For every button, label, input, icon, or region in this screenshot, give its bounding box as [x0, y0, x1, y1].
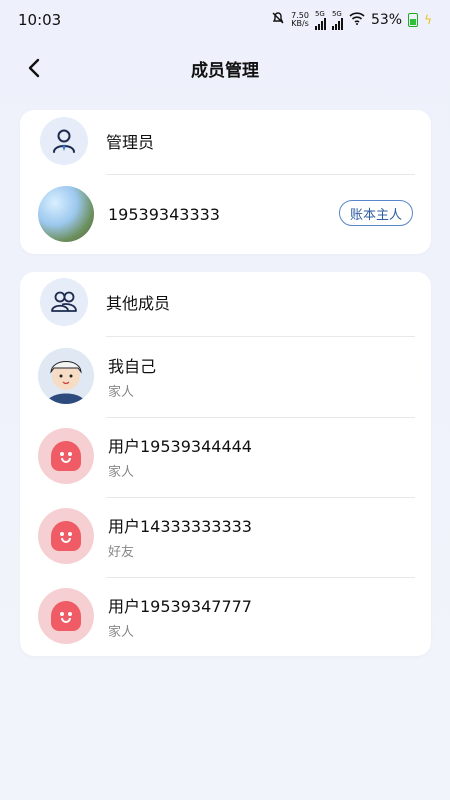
member-text: 用户14333333333 好友: [108, 513, 252, 560]
sim1-label: 5G: [314, 9, 325, 18]
status-icons: 7.50 KB/s 5G 5G 53% ϟ: [271, 9, 432, 30]
member-name: 用户14333333333: [108, 516, 252, 536]
sim1-signal-icon: 5G: [314, 9, 326, 30]
owner-badge: 账本主人: [338, 200, 413, 226]
page-title: 成员管理: [191, 60, 259, 81]
list-item-member[interactable]: 用户19539347777 家人: [38, 585, 415, 647]
other-members-card: 其他成员 我自己 家人 用户19539344444 家人 用户143333333…: [20, 272, 431, 656]
member-name: 我自己: [108, 356, 157, 376]
others-section-label: 其他成员: [106, 294, 171, 313]
member-text: 我自己 家人: [108, 353, 156, 400]
status-bar: 10:03 7.50 KB/s 5G 5G 53% ϟ: [0, 0, 450, 40]
admin-member-name: 19539343333: [108, 204, 220, 224]
member-role: 家人: [108, 624, 135, 640]
divider: [106, 497, 415, 498]
mute-icon: [271, 11, 285, 29]
admin-card: 管理员 19539343333 账本主人: [20, 110, 431, 254]
admin-member-text: 19539343333: [108, 205, 220, 224]
admin-member-row[interactable]: 19539343333 账本主人: [38, 183, 415, 245]
list-item-member[interactable]: 用户14333333333 好友: [38, 505, 415, 567]
avatar: [38, 348, 94, 404]
wifi-icon: [349, 11, 365, 29]
sim2-label: 5G: [331, 9, 342, 18]
avatar: [38, 428, 94, 484]
member-name: 用户19539344444: [108, 436, 252, 456]
person-icon: [40, 117, 88, 165]
battery-icon: [408, 13, 419, 27]
people-icon: [40, 278, 88, 326]
member-name: 用户19539347777: [108, 596, 252, 616]
member-role: 好友: [108, 544, 135, 560]
member-role: 家人: [108, 384, 135, 400]
admin-section-label: 管理员: [106, 133, 155, 152]
net-speed: 7.50 KB/s: [291, 12, 309, 28]
divider: [106, 336, 415, 337]
battery-percent: 53%: [370, 12, 403, 28]
admin-section-header: 管理员: [40, 117, 154, 165]
member-text: 用户19539347777 家人: [108, 593, 252, 640]
divider: [106, 417, 415, 418]
member-role: 家人: [108, 464, 135, 480]
divider: [106, 174, 415, 175]
divider: [106, 577, 415, 578]
sim2-signal-icon: 5G: [331, 9, 343, 30]
ghost-avatar-icon: [51, 601, 81, 631]
ghost-avatar-icon: [51, 521, 81, 551]
ghost-avatar-icon: [51, 441, 81, 471]
avatar: [38, 588, 94, 644]
list-item-member[interactable]: 用户19539344444 家人: [38, 425, 415, 487]
avatar: [38, 508, 94, 564]
page-header: 成员管理: [0, 46, 450, 90]
charging-icon: ϟ: [424, 13, 432, 27]
others-section-header: 其他成员: [40, 278, 170, 326]
status-time: 10:03: [18, 11, 62, 29]
net-speed-unit: KB/s: [291, 19, 309, 28]
list-item-member[interactable]: 我自己 家人: [38, 345, 415, 407]
avatar: [38, 186, 94, 242]
member-text: 用户19539344444 家人: [108, 433, 252, 480]
chevron-left-icon[interactable]: [24, 56, 44, 80]
